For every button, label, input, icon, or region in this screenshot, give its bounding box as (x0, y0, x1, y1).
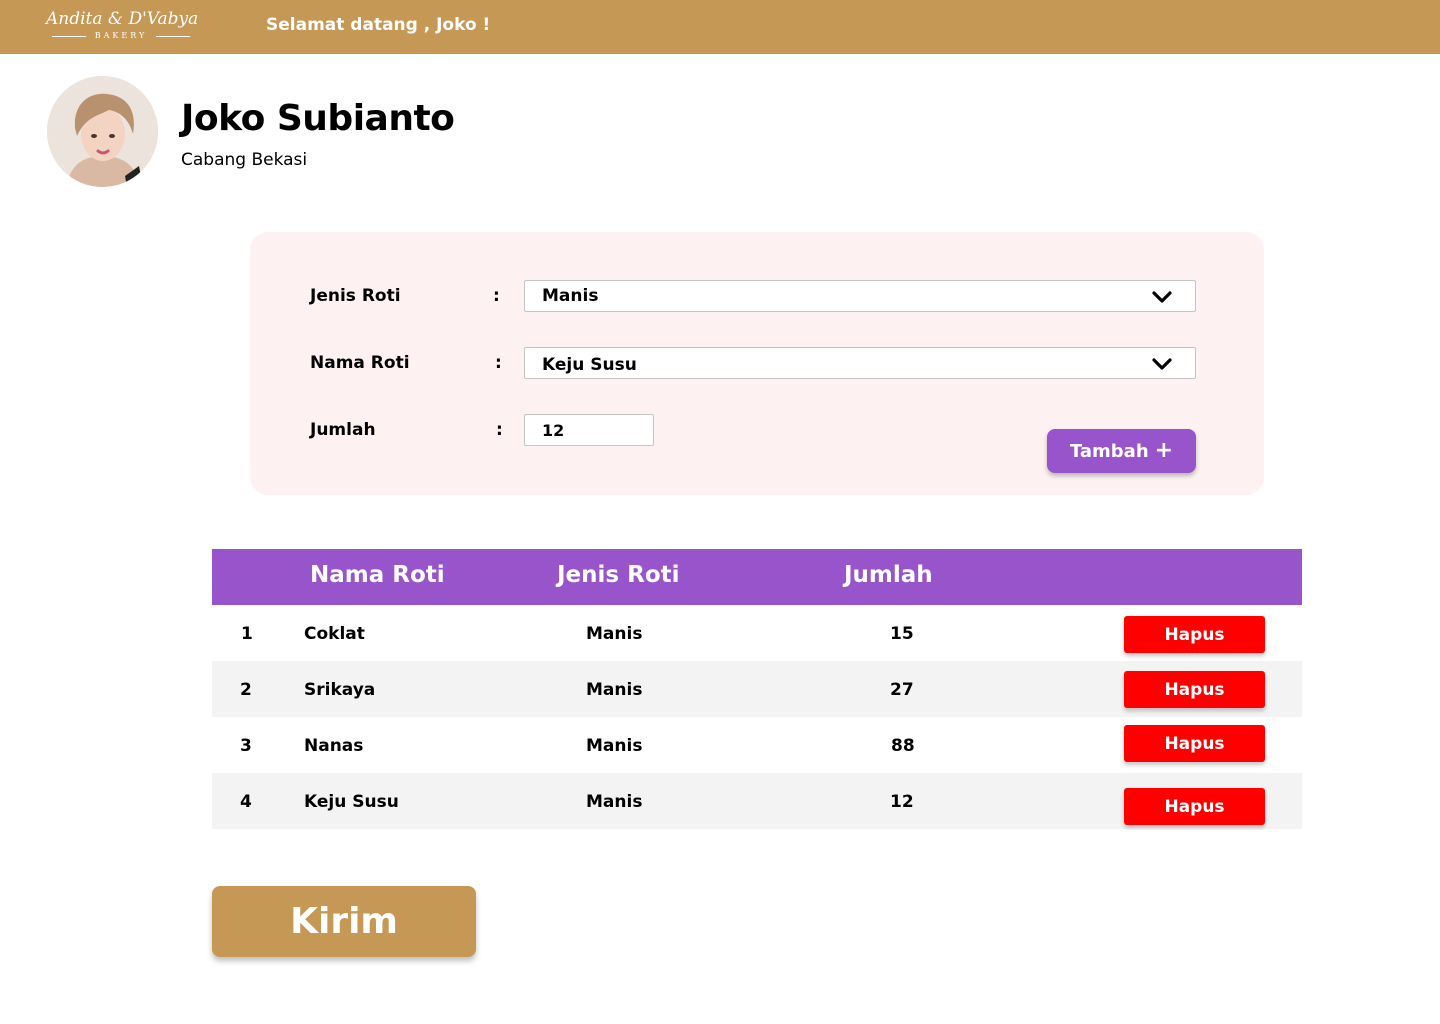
quantity-colon: : (496, 420, 503, 440)
row-bread-name: Keju Susu (304, 792, 399, 812)
table-row: 4 Keju Susu Manis 12 Hapus (212, 773, 1302, 829)
delete-button[interactable]: Hapus (1124, 788, 1265, 825)
bread-type-value: Manis (542, 286, 599, 306)
row-quantity: 88 (891, 736, 915, 756)
table-row: 3 Nanas Manis 88 Hapus (212, 717, 1302, 773)
row-bread-name: Coklat (304, 624, 365, 644)
quantity-input[interactable] (524, 414, 654, 446)
profile-branch: Cabang Bekasi (181, 150, 308, 170)
top-bar: Andita & D'Vabya BAKERY Selamat datang ,… (0, 0, 1440, 54)
row-quantity: 15 (890, 624, 914, 644)
submit-button[interactable]: Kirim (212, 886, 476, 957)
delete-button[interactable]: Hapus (1124, 616, 1265, 653)
bread-name-value: Keju Susu (542, 355, 637, 375)
add-button[interactable]: Tambah + (1047, 429, 1196, 473)
table-header: Nama Roti Jenis Roti Jumlah (212, 549, 1302, 605)
bakery-logo[interactable]: Andita & D'Vabya BAKERY (46, 9, 199, 45)
bread-name-label: Nama Roti (310, 353, 410, 373)
add-button-label: Tambah (1069, 440, 1149, 462)
row-bread-name: Srikaya (304, 680, 376, 700)
delete-button[interactable]: Hapus (1124, 671, 1265, 708)
avatar (47, 76, 158, 187)
row-quantity: 27 (890, 680, 914, 700)
bread-type-colon: : (493, 286, 500, 306)
chevron-down-icon (1152, 358, 1172, 370)
row-number: 4 (240, 792, 252, 812)
row-number: 2 (240, 680, 252, 700)
table-row: 2 Srikaya Manis 27 Hapus (212, 661, 1302, 717)
table-row: 1 Coklat Manis 15 Hapus (212, 605, 1302, 661)
quantity-label: Jumlah (310, 420, 376, 440)
welcome-text: Selamat datang , Joko ! (266, 15, 491, 35)
column-header-bread-name: Nama Roti (310, 562, 445, 588)
chevron-down-icon (1152, 291, 1172, 303)
row-number: 3 (240, 736, 252, 756)
row-quantity: 12 (890, 792, 914, 812)
column-header-bread-type: Jenis Roti (557, 562, 680, 588)
plus-icon: + (1154, 438, 1174, 463)
row-number: 1 (241, 624, 253, 644)
bread-name-colon: : (495, 353, 502, 373)
row-bread-type: Manis (586, 680, 643, 700)
row-bread-type: Manis (586, 624, 643, 644)
row-bread-type: Manis (586, 736, 643, 756)
profile-name: Joko Subianto (181, 98, 455, 139)
logo-text: Andita & D'Vabya (46, 9, 199, 29)
delete-button[interactable]: Hapus (1124, 725, 1265, 762)
bread-type-label: Jenis Roti (310, 286, 401, 306)
order-form-card: Jenis Roti : Manis Nama Roti : Keju Susu… (250, 232, 1264, 495)
row-bread-name: Nanas (304, 736, 364, 756)
avatar-photo (47, 76, 158, 187)
logo-divider-right (156, 36, 190, 37)
column-header-quantity: Jumlah (844, 562, 933, 588)
bread-type-select[interactable]: Manis (524, 280, 1196, 312)
bread-name-select[interactable]: Keju Susu (524, 347, 1196, 379)
row-bread-type: Manis (586, 792, 643, 812)
